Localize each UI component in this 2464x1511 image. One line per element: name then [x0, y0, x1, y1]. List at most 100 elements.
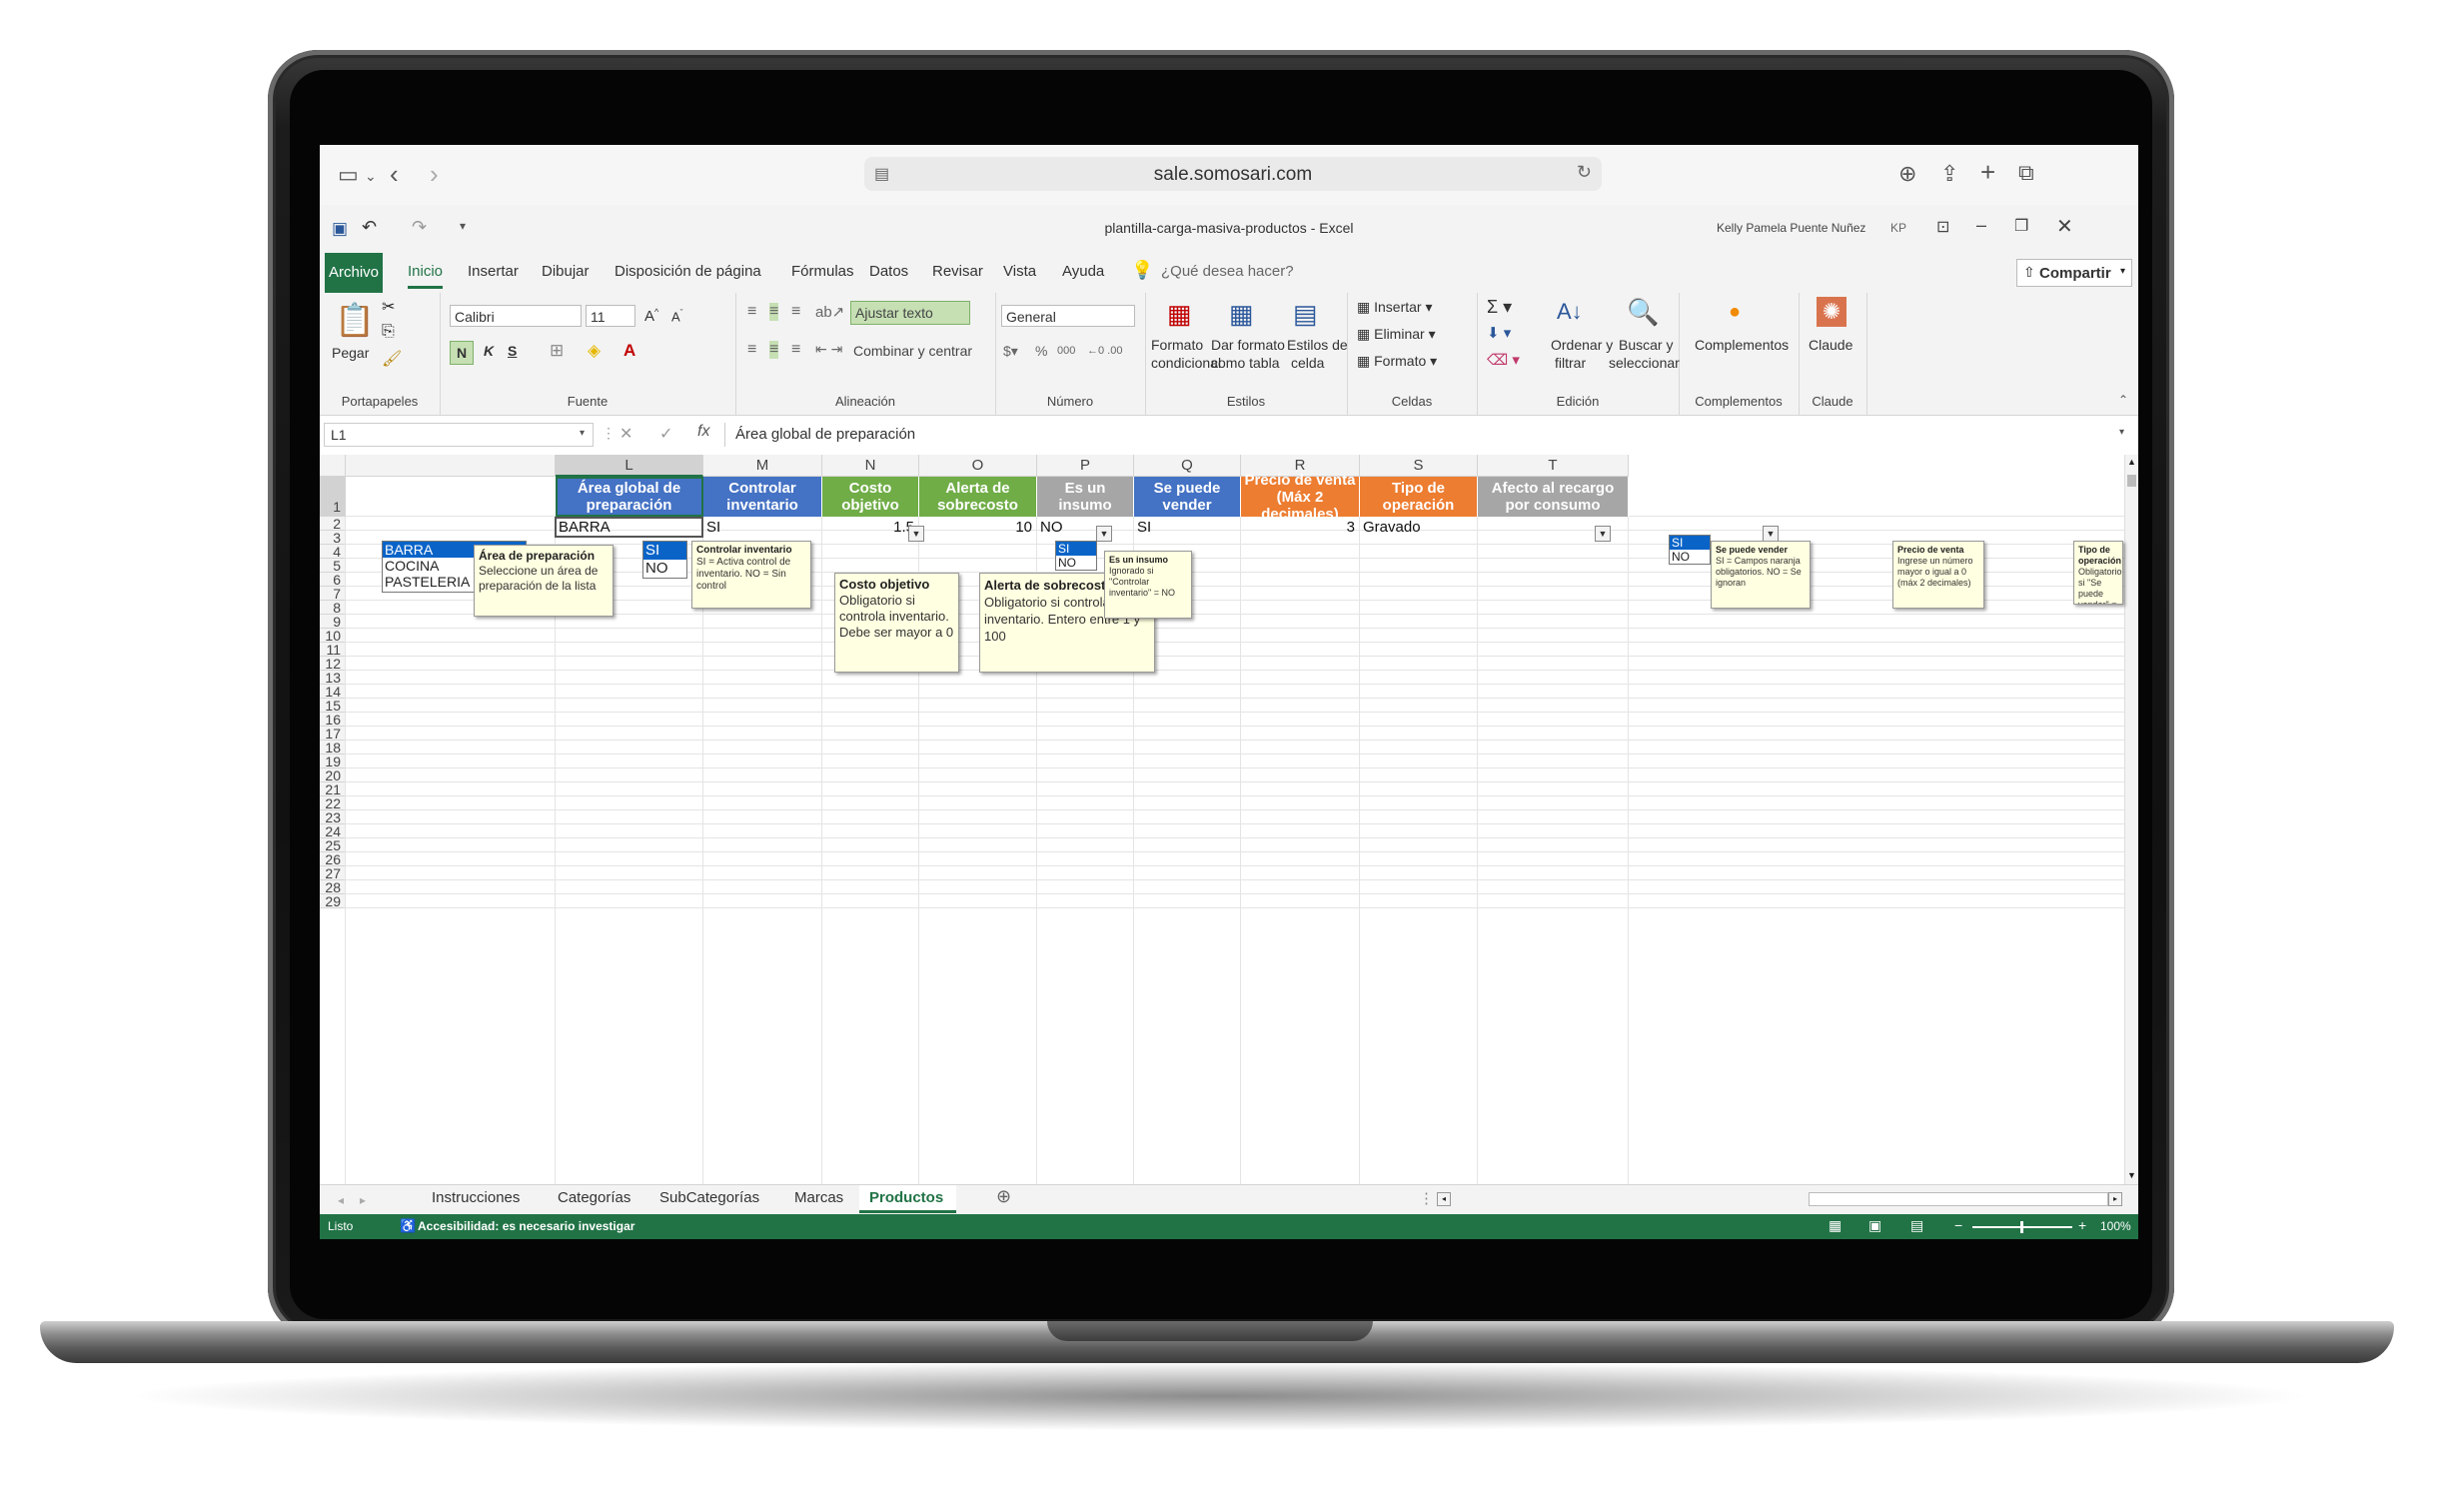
- cond-format-label-1[interactable]: Formato: [1151, 337, 1203, 353]
- name-box-chevron-icon[interactable]: ▾: [580, 428, 585, 439]
- sidebar-icon[interactable]: ▭: [338, 162, 359, 188]
- cell-m2[interactable]: SI: [706, 519, 817, 536]
- addins-icon[interactable]: ●: [1729, 301, 1741, 324]
- row-header-24[interactable]: 24: [320, 824, 346, 838]
- tab-disposicion[interactable]: Disposición de página: [615, 263, 761, 280]
- cell-p2[interactable]: NO: [1040, 519, 1129, 536]
- header-cell-p[interactable]: Es un insumo: [1037, 477, 1134, 517]
- tab-revisar[interactable]: Revisar: [932, 263, 983, 280]
- row-header-7[interactable]: 7: [320, 587, 346, 601]
- user-initials[interactable]: KP: [1890, 221, 1906, 235]
- insumo-dropdown-button[interactable]: ▼: [1595, 526, 1611, 542]
- header-cell-t[interactable]: Afecto al recargo por consumo: [1478, 477, 1629, 517]
- copy-icon[interactable]: ⎘: [382, 323, 395, 341]
- autosum-icon[interactable]: Σ ▾: [1487, 297, 1512, 318]
- insert-function-icon[interactable]: fx: [697, 423, 709, 441]
- align-middle-icon[interactable]: ≡: [769, 303, 779, 321]
- font-color-icon[interactable]: A: [623, 341, 635, 361]
- addins-label[interactable]: Complementos: [1695, 337, 1789, 353]
- insumo-option-no[interactable]: NO: [1056, 556, 1096, 570]
- select-all-corner[interactable]: [320, 455, 346, 477]
- row-header-18[interactable]: 18: [320, 741, 346, 755]
- format-table-label-2[interactable]: como tabla: [1211, 355, 1279, 371]
- download-icon[interactable]: ⊕: [1898, 161, 1916, 187]
- row-header-6[interactable]: 6: [320, 573, 346, 587]
- format-table-label-1[interactable]: Dar formato: [1211, 337, 1285, 353]
- tab-formulas[interactable]: Fórmulas: [791, 263, 854, 280]
- header-cell-q[interactable]: Se puede vender: [1134, 477, 1241, 517]
- column-header-t[interactable]: T: [1478, 455, 1629, 477]
- column-header-l[interactable]: L: [556, 455, 703, 477]
- font-size-select[interactable]: 11: [586, 305, 635, 327]
- accessibility-status[interactable]: Accesibilidad: es necesario investigar: [418, 1219, 634, 1233]
- column-header-s[interactable]: S: [1360, 455, 1478, 477]
- underline-button[interactable]: S: [508, 343, 517, 359]
- insert-cells-button[interactable]: ▦ Insertar ▾: [1357, 299, 1433, 316]
- find-label-1[interactable]: Buscar y: [1619, 337, 1673, 353]
- row-header-22[interactable]: 22: [320, 796, 346, 810]
- comma-icon[interactable]: 000: [1057, 345, 1075, 357]
- cell-q2[interactable]: SI: [1137, 519, 1236, 536]
- column-header-o[interactable]: O: [919, 455, 1037, 477]
- orientation-icon[interactable]: ab↗: [815, 303, 844, 321]
- close-icon[interactable]: ✕: [2056, 214, 2073, 239]
- insumo-option-si[interactable]: SI: [1056, 542, 1096, 556]
- controlar-option-no[interactable]: NO: [643, 560, 686, 578]
- vender-option-si[interactable]: SI: [1670, 536, 1710, 550]
- fill-color-icon[interactable]: ◈: [588, 341, 601, 361]
- tab-inicio[interactable]: Inicio: [408, 263, 444, 289]
- zoom-slider-thumb[interactable]: [2020, 1221, 2023, 1233]
- zoom-level[interactable]: 100%: [2100, 1219, 2131, 1233]
- find-label-2[interactable]: seleccionar: [1609, 355, 1680, 371]
- column-header-q[interactable]: Q: [1134, 455, 1241, 477]
- enter-icon[interactable]: ✓: [659, 424, 672, 444]
- area-dropdown-button[interactable]: ▼: [908, 526, 924, 542]
- new-tab-icon[interactable]: +: [1980, 159, 1995, 185]
- format-table-icon[interactable]: ▦: [1229, 299, 1254, 330]
- sort-filter-icon[interactable]: A↓: [1557, 299, 1583, 325]
- align-center-icon[interactable]: ≡: [769, 341, 779, 359]
- scroll-down-icon[interactable]: ▼: [2127, 1170, 2136, 1180]
- find-icon[interactable]: 🔍: [1627, 297, 1659, 328]
- cancel-icon[interactable]: ✕: [619, 424, 632, 444]
- horizontal-scrollbar[interactable]: [1809, 1192, 2108, 1206]
- cell-s2[interactable]: Gravado: [1363, 519, 1473, 536]
- align-left-icon[interactable]: ≡: [747, 341, 756, 359]
- row-header-15[interactable]: 15: [320, 699, 346, 713]
- header-cell-r[interactable]: Precio de venta (Máx 2 decimales): [1241, 472, 1360, 523]
- sheet-tab-categorias[interactable]: Categorías: [558, 1189, 630, 1206]
- column-header-blank[interactable]: [346, 455, 556, 477]
- row-header-10[interactable]: 10: [320, 629, 346, 643]
- scroll-thumb[interactable]: [2127, 475, 2136, 487]
- page-layout-icon[interactable]: ▣: [1868, 1217, 1881, 1234]
- chevron-down-icon[interactable]: ⌄: [365, 163, 377, 189]
- controlar-option-si[interactable]: SI: [643, 542, 686, 560]
- format-cells-button[interactable]: ▦ Formato ▾: [1357, 353, 1437, 370]
- align-top-icon[interactable]: ≡: [747, 303, 756, 321]
- sheet-tab-marcas[interactable]: Marcas: [794, 1189, 843, 1206]
- fill-icon[interactable]: ⬇ ▾: [1487, 324, 1511, 342]
- expand-formula-icon[interactable]: ▾: [2119, 427, 2124, 438]
- wrap-text-button[interactable]: Ajustar texto: [850, 301, 970, 325]
- zoom-out-icon[interactable]: −: [1954, 1217, 1962, 1233]
- row-header-4[interactable]: 4: [320, 545, 346, 559]
- cell-styles-label-1[interactable]: Estilos de: [1287, 337, 1348, 353]
- grow-font-icon[interactable]: A^: [644, 307, 658, 325]
- tab-vista[interactable]: Vista: [1003, 263, 1036, 280]
- column-header-m[interactable]: M: [703, 455, 822, 477]
- conditional-format-icon[interactable]: ▦: [1167, 299, 1192, 330]
- normal-view-icon[interactable]: ▦: [1829, 1217, 1842, 1234]
- cell-n2[interactable]: 1.5: [825, 519, 914, 536]
- controlar-dropdown-button[interactable]: ▼: [1096, 526, 1112, 542]
- row-header-2[interactable]: 2: [320, 517, 346, 531]
- cell-o2[interactable]: 10: [922, 519, 1032, 536]
- next-sheet-icon[interactable]: ▸: [360, 1193, 366, 1207]
- row-header-17[interactable]: 17: [320, 727, 346, 741]
- row-header-5[interactable]: 5: [320, 559, 346, 573]
- name-box[interactable]: L1 ▾: [324, 423, 594, 447]
- row-header-14[interactable]: 14: [320, 685, 346, 699]
- row-header-3[interactable]: 3: [320, 531, 346, 545]
- header-cell-n[interactable]: Costo objetivo: [822, 477, 919, 517]
- shrink-font-icon[interactable]: Aˇ: [671, 308, 683, 324]
- claude-label[interactable]: Claude: [1809, 337, 1852, 353]
